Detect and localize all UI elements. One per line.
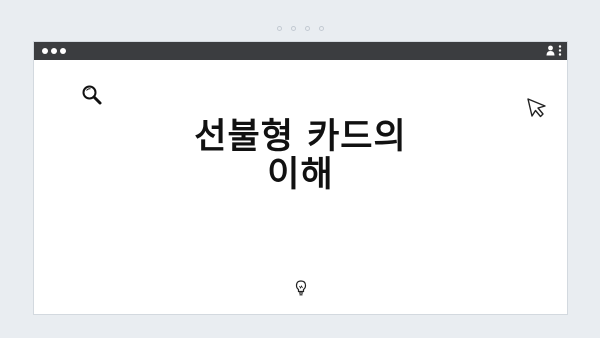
page-title-line-1: 선불형 카드의 [194, 117, 407, 157]
search-icon[interactable] [81, 84, 107, 106]
user-icon[interactable] [546, 45, 555, 56]
page-indicator [0, 26, 600, 31]
cursor-icon [527, 98, 546, 118]
page-dot[interactable] [318, 26, 324, 31]
page-title: 선불형 카드의 이해 [34, 118, 567, 194]
page-title-line-2: 이해 [267, 155, 334, 195]
close-dot[interactable] [42, 48, 48, 54]
maximize-dot[interactable] [60, 48, 66, 54]
window-controls [42, 48, 66, 54]
page-dot[interactable] [304, 26, 310, 31]
page-dot[interactable] [290, 26, 296, 31]
page-dot[interactable] [276, 26, 282, 31]
minimize-dot[interactable] [51, 48, 57, 54]
window-actions [546, 45, 562, 56]
browser-window: 선불형 카드의 이해 [33, 41, 568, 315]
lightbulb-icon [295, 280, 307, 296]
kebab-menu-icon[interactable] [558, 45, 562, 56]
window-titlebar [34, 42, 567, 60]
